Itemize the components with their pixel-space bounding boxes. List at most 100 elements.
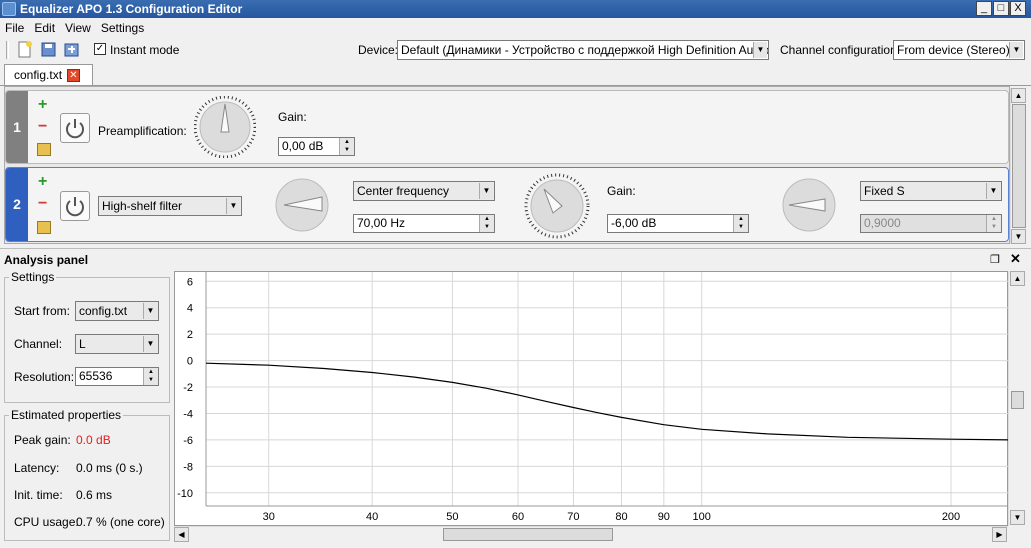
x-tick-label: 200: [942, 511, 960, 523]
add-filter-icon[interactable]: +: [38, 97, 50, 113]
row-number: 1: [6, 91, 28, 163]
open-file-icon[interactable]: [40, 41, 57, 58]
y-tick-label: 2: [187, 329, 193, 341]
close-button[interactable]: X: [1010, 1, 1026, 16]
power-toggle-button[interactable]: [60, 113, 90, 143]
scroll-thumb[interactable]: [1012, 104, 1026, 228]
add-filter-icon[interactable]: +: [38, 174, 50, 190]
resolution-input[interactable]: 65536 ▲ ▼: [75, 367, 159, 386]
filter-row-2: 2 + − High-shelf filter ▼ Center frequen…: [5, 167, 1009, 242]
close-tab-icon[interactable]: ✕: [67, 69, 80, 82]
channel-config-select[interactable]: From device (Stereo) ▼: [893, 40, 1025, 60]
splitter[interactable]: [0, 248, 1031, 249]
edit-filter-icon[interactable]: [37, 143, 51, 156]
frequency-mode-select[interactable]: Center frequency ▼: [353, 181, 495, 201]
minimize-button[interactable]: _: [976, 1, 992, 16]
toolbar-grip: [6, 41, 9, 59]
filter-row-1: 1 + − Preamplification: Gain: 0,00 dB ▲ ▼: [5, 90, 1009, 164]
q-mode-select[interactable]: Fixed S ▼: [860, 181, 1002, 201]
response-curve: [205, 362, 1010, 441]
frequency-input[interactable]: 70,00 Hz ▲ ▼: [353, 214, 495, 233]
remove-filter-icon[interactable]: −: [38, 196, 50, 212]
frequency-response-chart: 6 4 2 0 -2 -4 -6 -8 -10 30 40 50 60 70 80 90 100 200: [174, 271, 1010, 526]
x-tick-label: 30: [263, 511, 275, 523]
x-tick-label: 100: [693, 511, 711, 523]
settings-title: Settings: [9, 270, 57, 284]
frequency-mode-value: Center frequency: [357, 184, 450, 198]
device-label: Device:: [358, 43, 399, 57]
chevron-down-icon: ▼: [986, 183, 1000, 199]
scroll-down-icon[interactable]: ▼: [1010, 510, 1025, 525]
channel-config-label: Channel configuration:: [780, 43, 901, 57]
menu-file[interactable]: File: [0, 18, 29, 38]
channel-value: L: [79, 337, 86, 351]
power-icon: [66, 119, 84, 139]
tab-label: config.txt: [14, 68, 63, 82]
cpu-usage-label: CPU usage:: [14, 515, 79, 529]
menu-view[interactable]: View: [60, 18, 96, 38]
start-from-value: config.txt: [79, 304, 128, 318]
scroll-down-icon[interactable]: ▼: [1011, 229, 1026, 244]
spin-arrows-icon[interactable]: ▲ ▼: [733, 215, 748, 232]
chart-hscrollbar[interactable]: ◀ ▶: [174, 526, 1008, 542]
instant-mode-checkbox[interactable]: ✓: [94, 43, 106, 55]
gain-label: Gain:: [607, 184, 636, 198]
save-file-icon[interactable]: [63, 41, 80, 58]
maximize-button[interactable]: □: [993, 1, 1009, 16]
gain-knob[interactable]: [524, 173, 590, 239]
scroll-up-icon[interactable]: ▲: [1010, 271, 1025, 286]
menu-edit[interactable]: Edit: [29, 18, 60, 38]
tab-config[interactable]: config.txt ✕: [4, 64, 93, 86]
latency-label: Latency:: [14, 461, 60, 475]
chevron-down-icon: ▼: [143, 336, 157, 352]
scroll-thumb[interactable]: [443, 528, 613, 541]
frequency-knob[interactable]: [274, 177, 330, 233]
window-title: Equalizer APO 1.3 Configuration Editor: [20, 2, 243, 16]
remove-filter-icon[interactable]: −: [38, 119, 50, 135]
filter-scrollbar[interactable]: ▲ ▼: [1010, 88, 1026, 244]
x-tick-label: 60: [512, 511, 524, 523]
row-number: 2: [6, 168, 28, 241]
y-tick-label: 0: [187, 356, 193, 368]
gain-input[interactable]: -6,00 dB ▲ ▼: [607, 214, 749, 233]
close-panel-icon[interactable]: ✕: [1010, 251, 1021, 267]
q-value: 0,9000: [864, 216, 901, 230]
init-time-label: Init. time:: [14, 488, 63, 502]
x-tick-label: 50: [446, 511, 458, 523]
chevron-down-icon: ▼: [753, 42, 767, 58]
power-toggle-button[interactable]: [60, 191, 90, 221]
float-panel-icon[interactable]: ❐: [990, 253, 1000, 266]
channel-select[interactable]: L ▼: [75, 334, 159, 354]
filter-type-select[interactable]: High-shelf filter ▼: [98, 196, 242, 216]
start-from-select[interactable]: config.txt ▼: [75, 301, 159, 321]
scroll-left-icon[interactable]: ◀: [174, 527, 189, 542]
estimated-title: Estimated properties: [9, 408, 124, 422]
device-select[interactable]: Default (Динамики - Устройство с поддерж…: [397, 40, 769, 60]
spin-arrows-icon[interactable]: ▲ ▼: [339, 138, 354, 155]
scroll-thumb[interactable]: [1011, 391, 1024, 409]
init-time-value: 0.6 ms: [76, 488, 113, 502]
menu-settings[interactable]: Settings: [96, 18, 149, 38]
app-icon: [2, 2, 16, 16]
new-file-icon[interactable]: [16, 41, 33, 58]
y-tick-label: -4: [183, 408, 193, 420]
filter-type-value: High-shelf filter: [102, 199, 183, 213]
resolution-label: Resolution:: [14, 370, 75, 384]
preamp-gain-knob[interactable]: [193, 95, 257, 159]
scroll-up-icon[interactable]: ▲: [1011, 88, 1026, 103]
spin-arrows-icon[interactable]: ▲ ▼: [143, 368, 158, 385]
frequency-value: 70,00 Hz: [357, 216, 406, 230]
spin-arrows-icon[interactable]: ▲ ▼: [479, 215, 494, 232]
chart-vscrollbar[interactable]: ▲ ▼: [1008, 271, 1025, 526]
x-tick-label: 40: [366, 511, 378, 523]
resolution-value: 65536: [79, 369, 113, 383]
menu-bar: File Edit View Settings: [0, 18, 1031, 38]
scroll-right-icon[interactable]: ▶: [992, 527, 1007, 542]
edit-filter-icon[interactable]: [37, 221, 51, 234]
chart-svg: 6 4 2 0 -2 -4 -6 -8 -10 30 40 50 60 70 80 90 100 200: [177, 272, 1010, 523]
preamp-gain-input[interactable]: 0,00 dB ▲ ▼: [278, 137, 355, 156]
cpu-usage-value: 0.7 % (one core): [76, 515, 165, 529]
peak-gain-label: Peak gain:: [14, 433, 71, 447]
q-knob[interactable]: [781, 177, 837, 233]
chevron-down-icon: ▼: [479, 183, 493, 199]
